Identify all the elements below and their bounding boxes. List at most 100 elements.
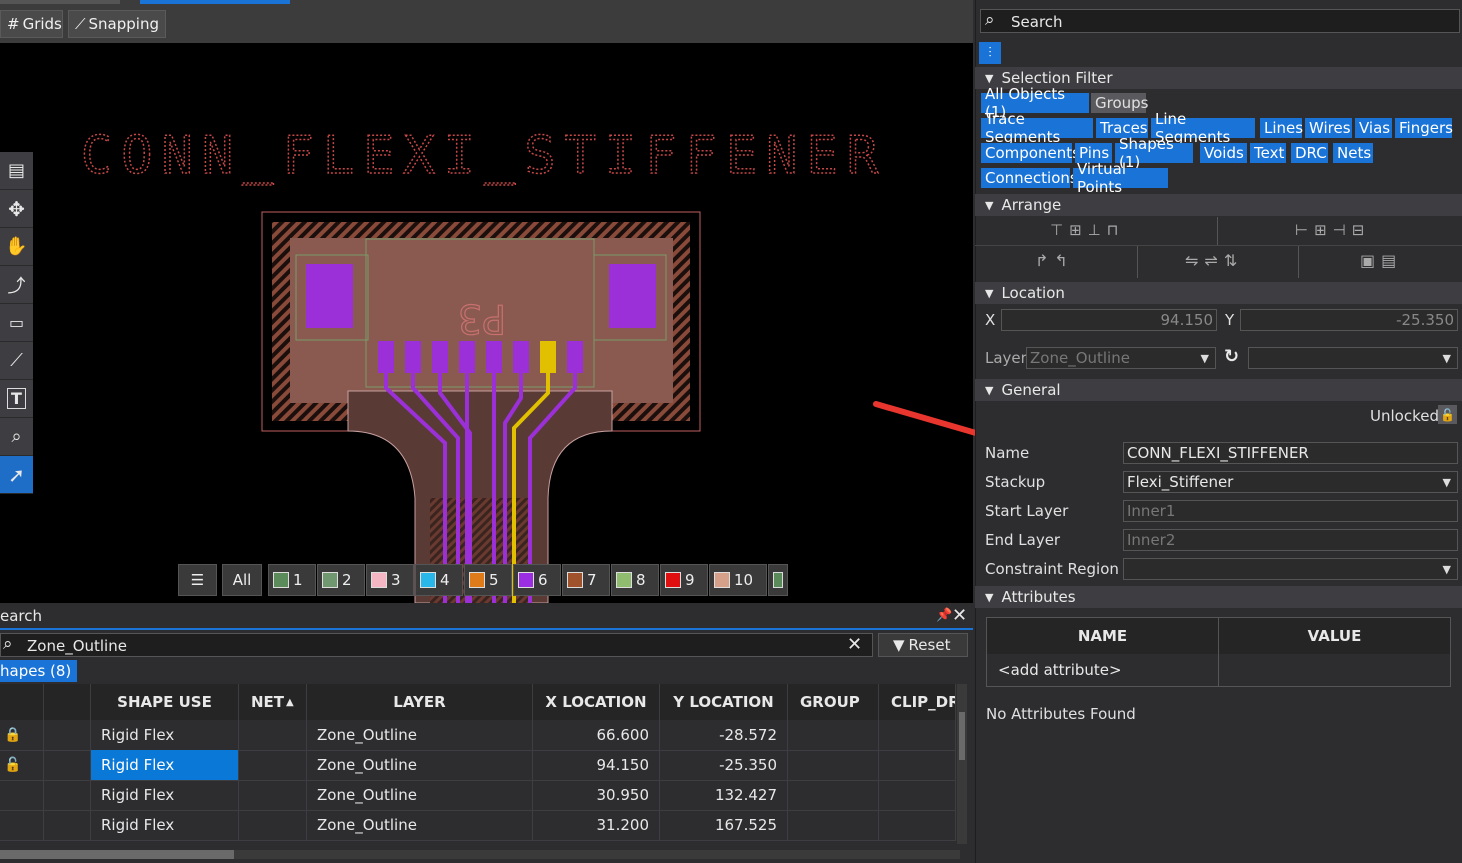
snapping-button[interactable]: ⟋ Snapping: [68, 10, 166, 38]
layer-cell[interactable]: Zone_Outline: [307, 720, 533, 750]
route-tool-button[interactable]: ⤴: [0, 266, 33, 304]
vertical-scrollbar[interactable]: [957, 684, 967, 844]
filter-chip-groups[interactable]: Groups: [1091, 93, 1148, 113]
filter-settings-button[interactable]: ⫶: [979, 42, 1001, 64]
clip-cell[interactable]: [879, 780, 956, 810]
pin-icon[interactable]: 📌: [936, 608, 952, 623]
rotate-icons[interactable]: ↱↰: [1035, 251, 1074, 270]
layer-7-button[interactable]: 7: [562, 564, 610, 596]
blank-cell[interactable]: [44, 750, 91, 780]
col-net[interactable]: NET ▲: [239, 684, 307, 720]
horizontal-scrollbar[interactable]: [0, 850, 960, 859]
zoom-tool-button[interactable]: ⌕: [0, 418, 33, 456]
measure-tool-button[interactable]: ⟋: [0, 342, 33, 380]
select-tool-button[interactable]: ➚: [0, 456, 33, 494]
general-header[interactable]: ▼ General: [975, 379, 1462, 401]
lock-cell[interactable]: 🔒: [0, 720, 44, 750]
table-row[interactable]: Rigid Flex Zone_Outline 30.950 132.427: [0, 780, 956, 811]
layer-all-button[interactable]: All: [222, 564, 262, 596]
net-cell[interactable]: [239, 750, 307, 780]
col-shape-use[interactable]: SHAPE USE: [91, 684, 239, 720]
col-y-location[interactable]: Y LOCATION: [660, 684, 788, 720]
clip-cell[interactable]: [879, 750, 956, 780]
layer-more-button[interactable]: [768, 564, 788, 596]
x-location-cell[interactable]: 31.200: [533, 810, 660, 840]
net-cell[interactable]: [239, 720, 307, 750]
reset-button[interactable]: ▼ Reset: [878, 633, 968, 657]
align-icons[interactable]: ⊤⊞⊥⊓: [1050, 221, 1124, 239]
filter-chip-text[interactable]: Text: [1250, 143, 1286, 163]
layer-9-button[interactable]: 9: [660, 564, 708, 596]
shape-use-cell[interactable]: Rigid Flex: [91, 720, 239, 750]
layer-cell[interactable]: Zone_Outline: [307, 750, 533, 780]
shape-use-cell[interactable]: Rigid Flex: [91, 750, 239, 780]
net-cell[interactable]: [239, 780, 307, 810]
layer-3-button[interactable]: 3: [366, 564, 414, 596]
layer-6-button[interactable]: 6: [513, 564, 561, 596]
y-location-cell[interactable]: 167.525: [660, 810, 788, 840]
flip-icons[interactable]: ⇋⇌⇅: [1185, 251, 1243, 270]
y-location-cell[interactable]: -25.350: [660, 750, 788, 780]
blank-cell[interactable]: [44, 720, 91, 750]
lock-cell[interactable]: 🔓: [0, 750, 44, 780]
group-cell[interactable]: [788, 810, 879, 840]
name-field[interactable]: CONN_FLEXI_STIFFENER: [1123, 442, 1458, 464]
col-clip-dra[interactable]: CLIP_DRA: [879, 684, 956, 720]
x-location-cell[interactable]: 30.950: [533, 780, 660, 810]
group-cell[interactable]: [788, 780, 879, 810]
end-layer-field[interactable]: Inner2: [1123, 529, 1458, 551]
shape-use-cell[interactable]: Rigid Flex: [91, 780, 239, 810]
filter-chip-trace-segments[interactable]: Trace Segments: [981, 110, 1093, 146]
blank-cell[interactable]: [44, 780, 91, 810]
x-location-cell[interactable]: 94.150: [533, 750, 660, 780]
hand-tool-button[interactable]: ✋: [0, 228, 33, 266]
shapes-results-tab[interactable]: hapes (8): [0, 660, 78, 682]
clip-cell[interactable]: [879, 720, 956, 750]
start-layer-field[interactable]: Inner1: [1123, 500, 1458, 522]
filter-chip-lines[interactable]: Lines: [1260, 118, 1303, 138]
filter-chip-components[interactable]: Components: [981, 143, 1080, 163]
layer-1-button[interactable]: 1: [268, 564, 316, 596]
grids-button[interactable]: # Grids: [0, 10, 63, 38]
lock-cell[interactable]: [0, 780, 44, 810]
close-icon[interactable]: ✕: [952, 605, 967, 626]
arrange-header[interactable]: ▼ Arrange: [975, 194, 1462, 216]
lock-cell[interactable]: [0, 810, 44, 840]
x-location-field[interactable]: 94.150: [1001, 309, 1217, 331]
refresh-icon[interactable]: ↻: [1224, 346, 1239, 367]
net-cell[interactable]: [239, 810, 307, 840]
layers-button[interactable]: ☰: [178, 564, 217, 596]
attr-col-value[interactable]: VALUE: [1219, 618, 1450, 654]
shape-use-cell[interactable]: Rigid Flex: [91, 810, 239, 840]
layer-4-button[interactable]: 4: [415, 564, 463, 596]
y-location-field[interactable]: -25.350: [1240, 309, 1458, 331]
col-layer[interactable]: LAYER: [307, 684, 533, 720]
layer-5-button[interactable]: 5: [464, 564, 512, 596]
y-location-cell[interactable]: -28.572: [660, 720, 788, 750]
col-x-location[interactable]: X LOCATION: [533, 684, 660, 720]
attr-col-name[interactable]: NAME: [987, 618, 1219, 654]
add-shape-tool-button[interactable]: ▭: [0, 304, 33, 342]
filter-chip-connections[interactable]: Connections: [981, 168, 1078, 188]
attributes-header[interactable]: ▼ Attributes: [975, 586, 1462, 608]
filter-chip-wires[interactable]: Wires: [1305, 118, 1352, 138]
constraint-region-select[interactable]: [1123, 558, 1458, 580]
layer-select[interactable]: Zone_Outline: [1026, 347, 1216, 369]
distribute-icons[interactable]: ⊢⊞⊣⊟: [1295, 221, 1370, 239]
layer-secondary-select[interactable]: [1248, 347, 1458, 369]
filter-chip-virtual-points[interactable]: Virtual Points: [1073, 160, 1168, 196]
filter-chip-nets[interactable]: Nets: [1333, 143, 1373, 163]
text-tool-button[interactable]: T: [0, 380, 33, 418]
table-row[interactable]: 🔓 Rigid Flex Zone_Outline 94.150 -25.350: [0, 750, 956, 781]
layer-2-button[interactable]: 2: [317, 564, 365, 596]
properties-search-input[interactable]: ⌕ Search: [980, 9, 1460, 33]
y-location-cell[interactable]: 132.427: [660, 780, 788, 810]
filter-chip-drc[interactable]: DRC: [1291, 143, 1328, 163]
x-location-cell[interactable]: 66.600: [533, 720, 660, 750]
layer-cell[interactable]: Zone_Outline: [307, 780, 533, 810]
filter-chip-fingers[interactable]: Fingers: [1395, 118, 1453, 138]
layer-10-button[interactable]: 10: [709, 564, 767, 596]
stackup-select[interactable]: Flexi_Stiffener: [1123, 471, 1458, 493]
layer-8-button[interactable]: 8: [611, 564, 659, 596]
filter-chip-vias[interactable]: Vias: [1355, 118, 1392, 138]
